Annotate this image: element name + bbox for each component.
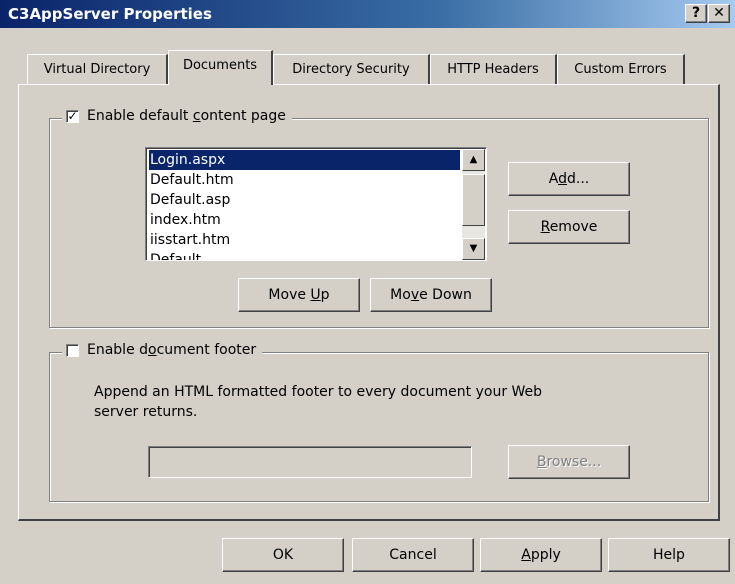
list-item[interactable]: Default.asp [149,190,460,210]
list-item[interactable]: index.htm [149,210,460,230]
document-footer-legend: Enable document footer [62,342,263,358]
help-dialog-button[interactable]: Help [608,538,730,572]
footer-description: Append an HTML formatted footer to every… [94,384,543,420]
tab-directory-security[interactable]: Directory Security [273,54,430,84]
list-item[interactable]: iisstart.htm [149,230,460,250]
help-button[interactable]: ? [685,4,707,23]
list-item[interactable]: Default... [149,250,460,260]
apply-button[interactable]: Apply [480,538,602,572]
list-scrollbar[interactable]: ▲ ▼ [462,149,485,260]
list-item[interactable]: Default.htm [149,170,460,190]
list-item[interactable]: Login.aspx [149,150,460,170]
add-button[interactable]: Add... [508,162,630,196]
scroll-down-button[interactable]: ▼ [462,238,485,260]
scroll-up-button[interactable]: ▲ [462,149,485,171]
title-bar: C3AppServer Properties ? ✕ [0,0,735,28]
ok-button[interactable]: OK [222,538,344,572]
properties-dialog: C3AppServer Properties ? ✕ Virtual Direc… [0,0,735,584]
scroll-thumb[interactable] [462,174,485,226]
default-content-label[interactable]: Enable default content page [87,108,286,124]
tab-documents[interactable]: Documents [168,50,273,85]
default-documents-list[interactable]: Login.aspx Default.htm Default.asp index… [145,147,487,261]
footer-path-field[interactable] [148,446,472,478]
tab-custom-errors[interactable]: Custom Errors [557,54,685,84]
move-down-button[interactable]: Move Down [370,278,492,312]
default-content-checkbox[interactable]: ✓ [66,109,79,123]
move-up-button[interactable]: Move Up [238,278,360,312]
tab-virtual-directory[interactable]: Virtual Directory [27,54,168,84]
browse-button[interactable]: Browse... [508,445,630,479]
cancel-button[interactable]: Cancel [352,538,474,572]
arrow-up-icon: ▲ [469,154,478,165]
close-icon: ✕ [713,5,725,21]
arrow-down-icon: ▼ [469,243,478,254]
default-content-legend: ✓ Enable default content page [62,108,292,124]
document-footer-label[interactable]: Enable document footer [87,342,256,358]
document-footer-checkbox[interactable] [66,343,79,357]
tab-http-headers[interactable]: HTTP Headers [430,54,557,84]
document-footer-group [49,352,709,502]
window-title: C3AppServer Properties [8,5,212,23]
remove-button[interactable]: Remove [508,210,630,244]
close-button[interactable]: ✕ [708,4,730,23]
